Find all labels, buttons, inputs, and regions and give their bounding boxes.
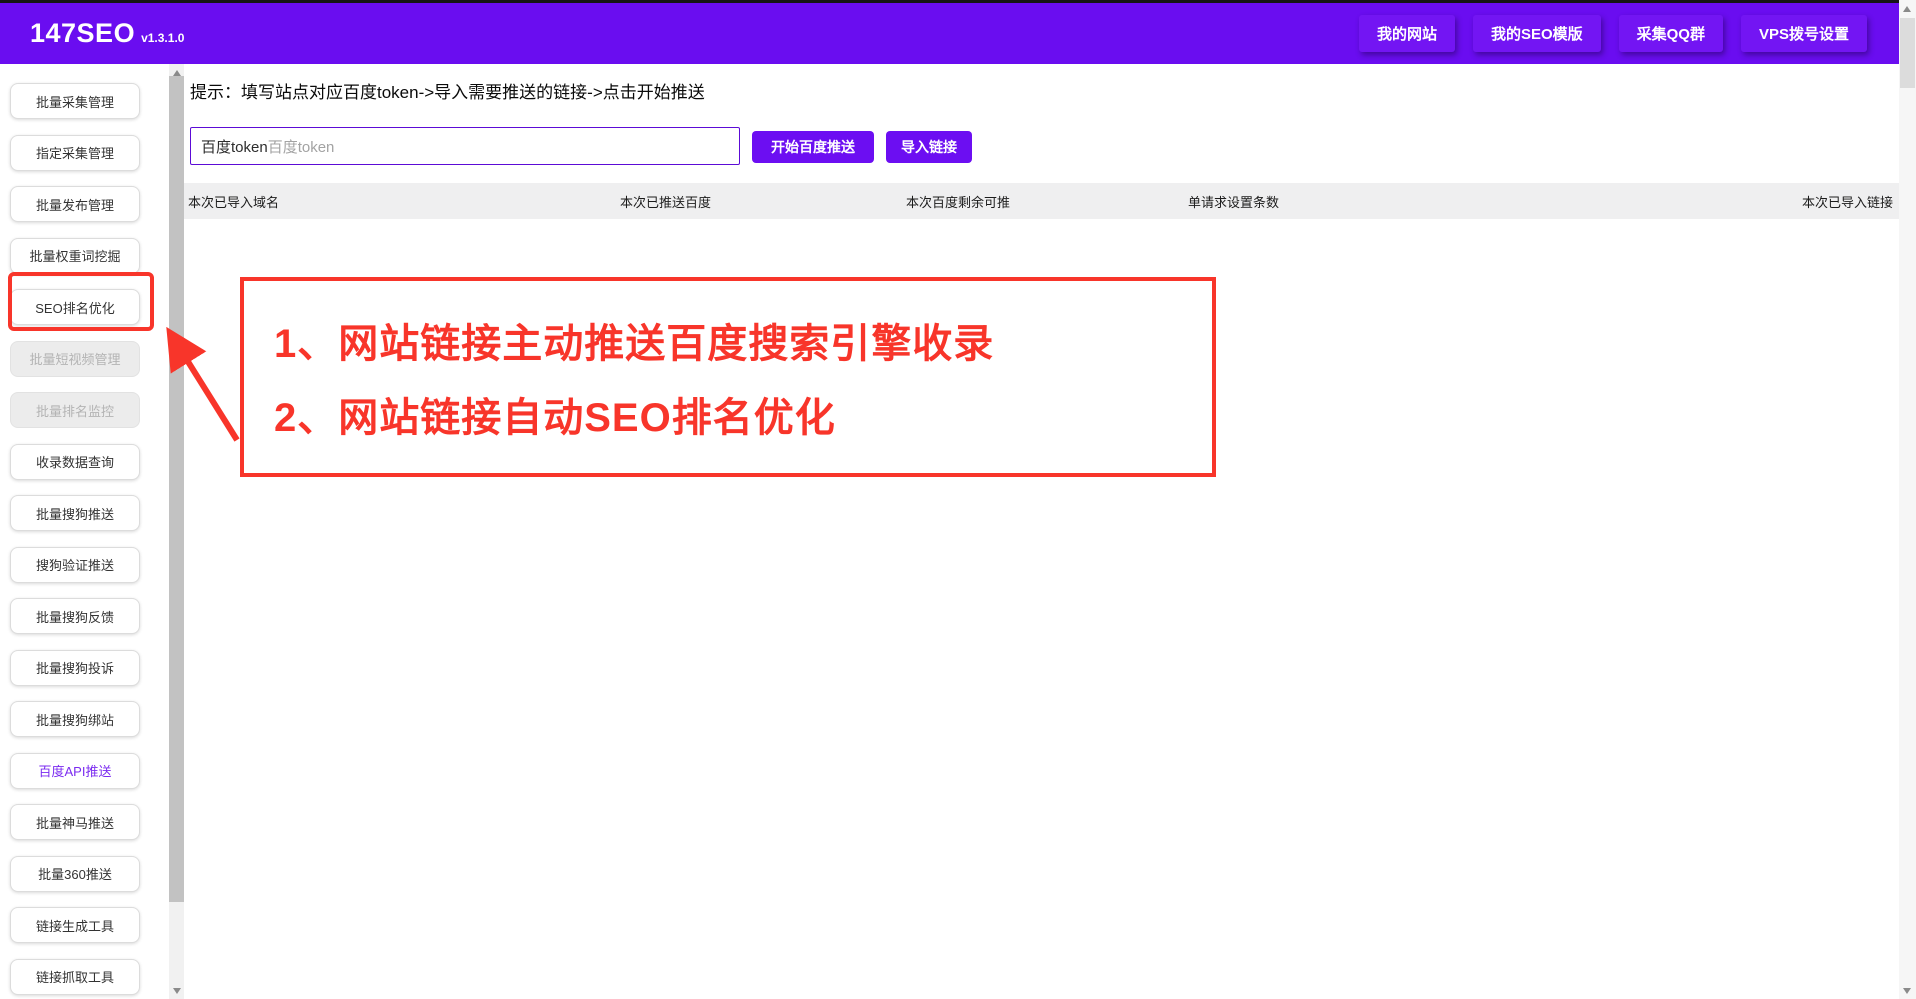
annotation-callout-box: 1、网站链接主动推送百度搜索引擎收录 2、网站链接自动SEO排名优化 <box>240 277 1216 477</box>
sidebar-item-index-query[interactable]: 收录数据查询 <box>10 444 140 480</box>
sidebar-item-sogou-complaint[interactable]: 批量搜狗投诉 <box>10 650 140 686</box>
column-header-per-request: 单请求设置条数 <box>1188 183 1279 219</box>
sidebar-item-link-grabber[interactable]: 链接抓取工具 <box>10 959 140 995</box>
sidebar-item-weight-keywords[interactable]: 批量权重词挖掘 <box>10 238 140 274</box>
import-links-button[interactable]: 导入链接 <box>886 131 972 163</box>
nav-my-sites-button[interactable]: 我的网站 <box>1359 15 1455 52</box>
sidebar-item-assigned-collect[interactable]: 指定采集管理 <box>10 135 140 171</box>
top-nav: 我的网站 我的SEO模版 采集QQ群 VPS拨号设置 <box>1359 15 1867 52</box>
sidebar-item-sogou-feedback[interactable]: 批量搜狗反馈 <box>10 598 140 634</box>
main-content: 提示：填写站点对应百度token->导入需要推送的链接->点击开始推送 百度to… <box>184 64 1899 999</box>
sidebar-item-sogou-verify-push[interactable]: 搜狗验证推送 <box>10 547 140 583</box>
table-header-row: 本次已导入域名 本次已推送百度 本次百度剩余可推 单请求设置条数 本次已导入链接 <box>184 183 1899 219</box>
column-header-pushed-baidu: 本次已推送百度 <box>620 183 711 219</box>
brand-name: 147SEO <box>30 18 135 49</box>
sidebar-list: 批量采集管理 指定采集管理 批量发布管理 批量权重词挖掘 SEO排名优化 批量短… <box>10 83 140 995</box>
header-bar: 147SEO v1.3.1.0 我的网站 我的SEO模版 采集QQ群 VPS拨号… <box>0 0 1899 64</box>
scroll-down-icon[interactable] <box>169 982 184 999</box>
sidebar-scrollbar[interactable] <box>169 64 184 999</box>
sidebar-item-shenma-push[interactable]: 批量神马推送 <box>10 804 140 840</box>
column-header-baidu-remaining: 本次百度剩余可推 <box>906 183 1010 219</box>
sidebar-highlight-box <box>8 272 154 331</box>
nav-seo-template-button[interactable]: 我的SEO模版 <box>1473 15 1601 52</box>
annotation-line-2: 2、网站链接自动SEO排名优化 <box>274 381 1212 455</box>
sidebar-item-360-push[interactable]: 批量360推送 <box>10 856 140 892</box>
sidebar-item-batch-publish[interactable]: 批量发布管理 <box>10 186 140 222</box>
scroll-up-icon[interactable] <box>1899 0 1914 17</box>
sidebar-item-baidu-api-push[interactable]: 百度API推送 <box>10 753 140 789</box>
hint-text: 提示：填写站点对应百度token->导入需要推送的链接->点击开始推送 <box>190 78 705 103</box>
scroll-down-icon[interactable] <box>1899 982 1914 999</box>
brand-version: v1.3.1.0 <box>141 31 184 45</box>
baidu-token-input[interactable]: 百度token百度token <box>190 127 740 165</box>
window-scrollbar-thumb[interactable] <box>1900 18 1915 88</box>
app-window: 147SEO v1.3.1.0 我的网站 我的SEO模版 采集QQ群 VPS拨号… <box>0 0 1916 999</box>
sidebar-item-batch-collect[interactable]: 批量采集管理 <box>10 83 140 119</box>
sidebar-item-rank-monitor: 批量排名监控 <box>10 392 140 428</box>
sidebar-item-link-generator[interactable]: 链接生成工具 <box>10 907 140 943</box>
brand: 147SEO v1.3.1.0 <box>30 18 184 49</box>
window-scrollbar[interactable] <box>1899 0 1916 999</box>
start-baidu-push-button[interactable]: 开始百度推送 <box>752 131 874 163</box>
column-header-imported-domains: 本次已导入域名 <box>188 183 279 219</box>
nav-qq-group-button[interactable]: 采集QQ群 <box>1619 15 1723 52</box>
token-input-placeholder: 百度token <box>268 136 335 157</box>
sidebar-item-sogou-push[interactable]: 批量搜狗推送 <box>10 495 140 531</box>
sidebar-scrollbar-thumb[interactable] <box>169 76 184 902</box>
nav-vps-dial-button[interactable]: VPS拨号设置 <box>1741 15 1867 52</box>
annotation-line-1: 1、网站链接主动推送百度搜索引擎收录 <box>274 307 1212 381</box>
sidebar-item-short-video: 批量短视频管理 <box>10 341 140 377</box>
sidebar: 批量采集管理 指定采集管理 批量发布管理 批量权重词挖掘 SEO排名优化 批量短… <box>0 64 169 999</box>
column-header-imported-links: 本次已导入链接 <box>1802 183 1893 219</box>
sidebar-item-sogou-bind-site[interactable]: 批量搜狗绑站 <box>10 701 140 737</box>
token-input-value: 百度token <box>201 136 268 157</box>
